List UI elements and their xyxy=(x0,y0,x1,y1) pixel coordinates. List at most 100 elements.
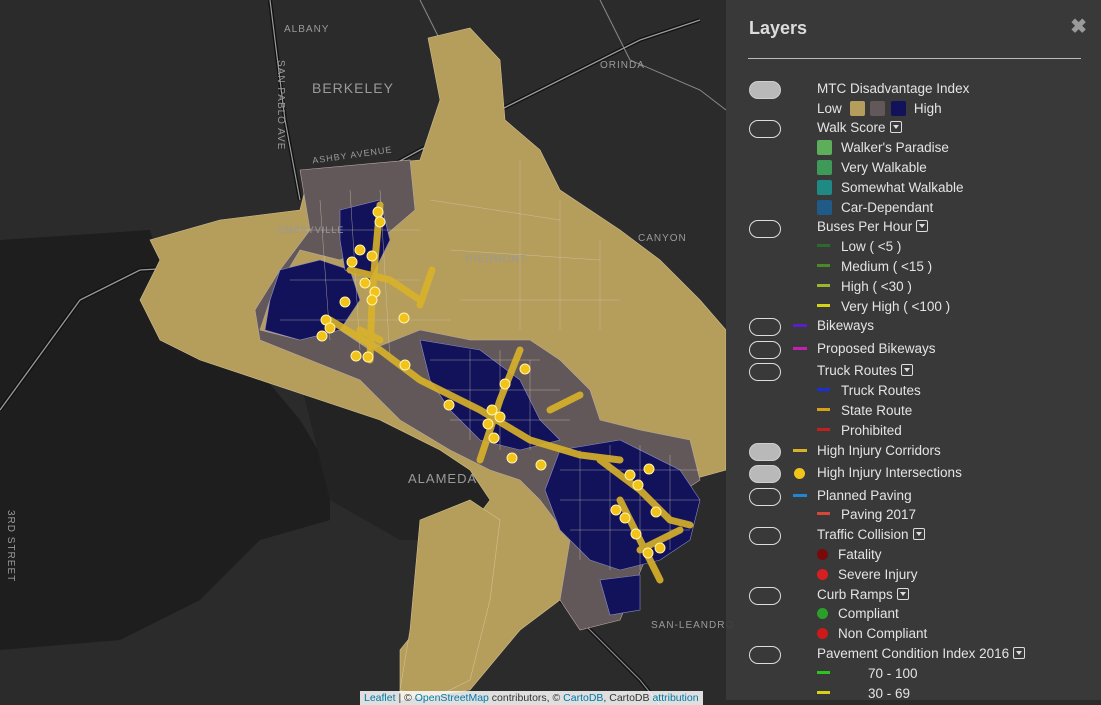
legend-low-label: Low xyxy=(817,101,842,116)
place-label: 3RD STREET xyxy=(5,510,16,583)
legend-label: Walker's Paradise xyxy=(841,140,949,155)
legend-swatch-low xyxy=(849,101,865,116)
osm-link[interactable]: OpenStreetMap xyxy=(415,692,489,704)
map-attribution: Leaflet | © OpenStreetMap contributors, … xyxy=(360,691,703,705)
legend-dot xyxy=(817,549,828,560)
legend-swatch xyxy=(817,200,832,215)
legend-item: Very Walkable xyxy=(817,160,927,176)
legend-swatch xyxy=(817,160,832,175)
legend-swatch-high xyxy=(891,101,907,116)
legend-item: Car-Dependant xyxy=(817,200,933,216)
legend-line xyxy=(793,494,807,497)
legend-line xyxy=(793,324,807,327)
legend-item: Non Compliant xyxy=(817,626,927,642)
layer-pavement-condition: Pavement Condition Index 2016 xyxy=(817,646,1026,662)
place-label: SAN-LEANDRO xyxy=(651,620,735,631)
legend-dot xyxy=(817,628,828,639)
legend-label: Prohibited xyxy=(841,423,902,438)
legend-line xyxy=(817,671,830,674)
toggle-truck-routes[interactable] xyxy=(749,363,781,381)
legend-item: Paving 2017 xyxy=(817,507,916,523)
toggle-high-injury-corridors[interactable] xyxy=(749,443,781,461)
legend-dot xyxy=(794,468,805,479)
legend-label: Somewhat Walkable xyxy=(841,180,964,195)
legend-item: State Route xyxy=(817,403,912,419)
attribution-text: , CartoDB xyxy=(603,692,653,704)
toggle-walk-score[interactable] xyxy=(749,120,781,138)
legend-dot xyxy=(817,569,828,580)
toggle-proposed-bikeways[interactable] xyxy=(749,341,781,359)
mtc-legend: Low High xyxy=(817,101,942,117)
legend-item: Somewhat Walkable xyxy=(817,180,964,196)
close-icon[interactable]: ✖ xyxy=(1070,14,1087,39)
legend-label: Non Compliant xyxy=(838,626,928,641)
legend-line xyxy=(817,691,830,694)
legend-item: Low ( <5 ) xyxy=(817,239,901,255)
cartodb-link[interactable]: CartoDB xyxy=(563,692,603,704)
layer-label: Walk Score xyxy=(817,120,886,135)
chevron-down-icon[interactable] xyxy=(1013,647,1026,659)
chevron-down-icon[interactable] xyxy=(896,588,909,600)
place-label: PIEDMONT xyxy=(466,254,527,265)
chevron-down-icon[interactable] xyxy=(900,364,913,376)
legend-item: 30 - 69 xyxy=(817,686,910,700)
toggle-high-injury-intersections[interactable] xyxy=(749,465,781,483)
toggle-traffic-collision[interactable] xyxy=(749,527,781,545)
toggle-pavement-condition[interactable] xyxy=(749,646,781,664)
attribution-text: | © xyxy=(395,692,415,704)
legend-label: Compliant xyxy=(838,606,899,621)
layer-label: Curb Ramps xyxy=(817,587,893,602)
legend-line xyxy=(817,512,830,515)
legend-item: Very High ( <100 ) xyxy=(817,299,950,315)
chevron-down-icon[interactable] xyxy=(916,220,929,232)
layer-planned-paving: Planned Paving xyxy=(817,488,912,503)
toggle-planned-paving[interactable] xyxy=(749,488,781,506)
legend-line xyxy=(817,264,830,267)
layer-proposed-bikeways: Proposed Bikeways xyxy=(817,341,936,356)
layer-curb-ramps: Curb Ramps xyxy=(817,587,909,603)
legend-swatch xyxy=(817,180,832,195)
legend-item: 70 - 100 xyxy=(817,666,918,682)
layer-label: Buses Per Hour xyxy=(817,219,913,234)
layer-label: Traffic Collision xyxy=(817,527,909,542)
place-label: EMERYVILLE xyxy=(278,225,345,235)
legend-label: 70 - 100 xyxy=(868,666,918,681)
legend-label: Very Walkable xyxy=(841,160,927,175)
chevron-down-icon[interactable] xyxy=(889,121,902,133)
legend-label: Fatality xyxy=(838,547,882,562)
legend-line xyxy=(817,428,830,431)
legend-high-label: High xyxy=(913,101,942,116)
toggle-buses[interactable] xyxy=(749,220,781,238)
legend-item: Truck Routes xyxy=(817,383,921,399)
layer-high-injury-intersections: High Injury Intersections xyxy=(817,465,962,480)
legend-line xyxy=(793,347,807,350)
attribution-link[interactable]: attribution xyxy=(652,692,698,704)
legend-label: Paving 2017 xyxy=(841,507,917,522)
legend-line xyxy=(817,304,830,307)
attribution-text: contributors, © xyxy=(488,692,564,704)
layer-bikeways: Bikeways xyxy=(817,318,875,333)
layer-label: Pavement Condition Index 2016 xyxy=(817,646,1010,661)
legend-label: State Route xyxy=(841,403,913,418)
legend-item: High ( <30 ) xyxy=(817,279,912,295)
legend-label: Low ( <5 ) xyxy=(841,239,902,254)
legend-item: Compliant xyxy=(817,606,899,622)
layer-traffic-collision: Traffic Collision xyxy=(817,527,925,543)
legend-line xyxy=(817,284,830,287)
toggle-mtc-index[interactable] xyxy=(749,81,781,99)
legend-line xyxy=(817,408,830,411)
legend-label: Truck Routes xyxy=(841,383,921,398)
legend-label: 30 - 69 xyxy=(868,686,911,700)
legend-label: Very High ( <100 ) xyxy=(841,299,951,314)
legend-label: Severe Injury xyxy=(838,567,918,582)
toggle-bikeways[interactable] xyxy=(749,318,781,336)
leaflet-link[interactable]: Leaflet xyxy=(364,692,396,704)
layer-label: Truck Routes xyxy=(817,363,897,378)
toggle-curb-ramps[interactable] xyxy=(749,587,781,605)
legend-item: Medium ( <15 ) xyxy=(817,259,932,275)
place-label: BERKELEY xyxy=(312,80,394,96)
place-label: ALBANY xyxy=(284,24,330,35)
legend-item: Fatality xyxy=(817,547,882,563)
legend-item: Walker's Paradise xyxy=(817,140,949,156)
chevron-down-icon[interactable] xyxy=(912,528,925,540)
